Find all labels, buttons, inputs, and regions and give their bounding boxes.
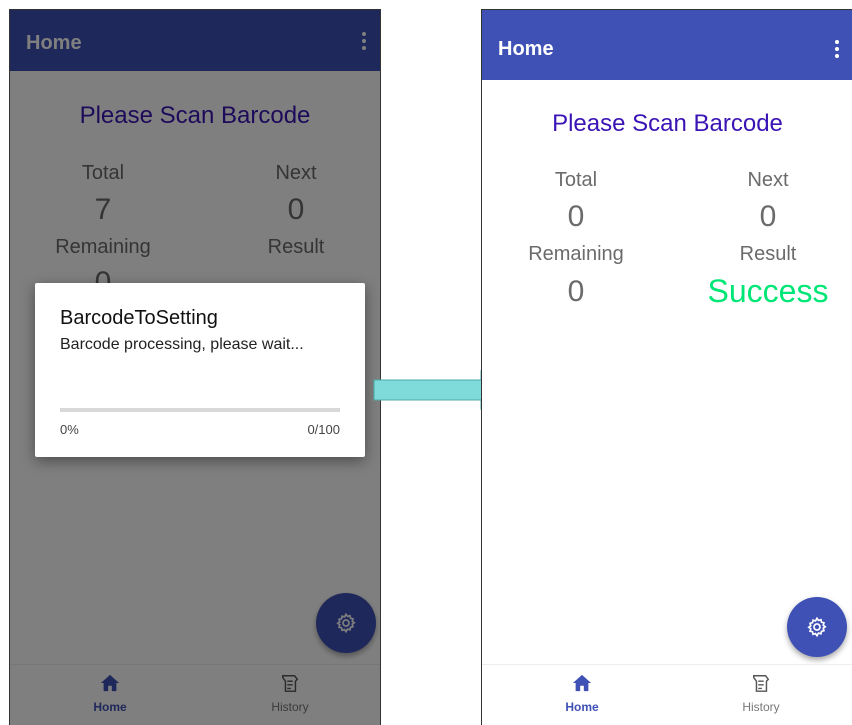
progress-count: 0/100 xyxy=(307,422,340,437)
remaining-label: Remaining xyxy=(528,243,624,265)
settings-gear-icon xyxy=(807,616,827,638)
next-label: Next xyxy=(747,169,789,191)
next-value: 0 xyxy=(759,200,777,233)
nav-history-label: History xyxy=(742,700,780,714)
app-bar: Home xyxy=(482,10,852,80)
result-value: Success xyxy=(707,273,829,309)
progress-bar xyxy=(60,408,340,412)
dialog-message: Barcode processing, please wait... xyxy=(60,336,304,353)
total-label: Total xyxy=(554,169,598,191)
bottom-navigation: Home History xyxy=(482,664,852,725)
history-icon xyxy=(753,675,770,692)
nav-home[interactable]: Home xyxy=(532,673,632,714)
phone-screen-right: Home Please Scan Barcode Total Next 0 0 … xyxy=(481,9,852,725)
progress-percent: 0% xyxy=(60,422,79,437)
app-bar-title: Home xyxy=(498,38,554,60)
dialog-title: BarcodeToSetting xyxy=(60,307,218,329)
progress-dialog: BarcodeToSetting Barcode processing, ple… xyxy=(35,283,365,457)
result-label: Result xyxy=(739,243,797,265)
settings-fab[interactable] xyxy=(787,597,847,657)
total-value: 0 xyxy=(567,200,585,233)
nav-home-label: Home xyxy=(565,700,599,714)
scan-heading: Please Scan Barcode xyxy=(552,110,783,137)
more-options-icon[interactable] xyxy=(835,40,839,60)
nav-history[interactable]: History xyxy=(711,673,811,714)
home-icon xyxy=(572,674,592,692)
phone-screen-left: Home Please Scan Barcode Total Next 7 0 … xyxy=(9,9,381,725)
remaining-value: 0 xyxy=(567,275,585,308)
